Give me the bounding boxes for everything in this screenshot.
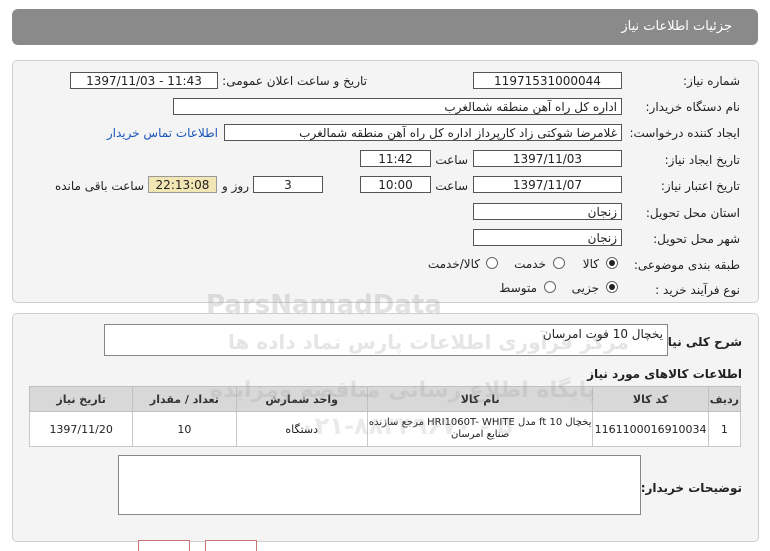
notes-field xyxy=(118,455,641,515)
items-table-header: ردیف کد کالا نام کالا واحد شمارش تعداد /… xyxy=(28,386,742,412)
col-name: نام کالا xyxy=(366,386,594,412)
contact-buyer-link[interactable]: اطلاعات تماس خریدار xyxy=(107,126,218,140)
cell-qty: 10 xyxy=(132,411,237,447)
days-field: 3 xyxy=(253,176,323,193)
purchase-medium-label: متوسط xyxy=(499,281,537,295)
cell-row: 1 xyxy=(707,411,742,447)
summary-label: شرح کلی نیاز: xyxy=(656,335,742,349)
purchase-type-label: نوع فرآیند خرید : xyxy=(655,283,740,297)
notes-label: توضیحات خریدار: xyxy=(640,481,742,495)
summary-field: یخچال 10 فوت امرسان xyxy=(104,324,668,356)
items-table: ردیف کد کالا نام کالا واحد شمارش تعداد /… xyxy=(28,386,742,447)
table-row: 1 1161100016910034 یخچال 10 ft مدل HRI10… xyxy=(28,411,742,447)
requester-label: ایجاد کننده درخواست: xyxy=(629,126,740,140)
col-date: تاریخ نیاز xyxy=(28,386,134,412)
purchase-medium-radio[interactable] xyxy=(544,281,556,293)
need-number-field: 11971531000044 xyxy=(473,72,622,89)
cell-date: 1397/11/20 xyxy=(28,411,134,447)
category-label: طبقه بندی موضوعی: xyxy=(633,258,740,272)
bottom-button-1[interactable] xyxy=(138,540,190,551)
col-unit: واحد شمارش xyxy=(235,386,368,412)
need-number-label: شماره نیاز: xyxy=(683,74,740,88)
category-service-label: خدمت xyxy=(514,257,546,271)
page-header: جزئیات اطلاعات نیاز xyxy=(12,9,758,45)
validity-date-label: تاریخ اعتبار نیاز: xyxy=(660,179,740,193)
category-goods-radio[interactable] xyxy=(606,257,618,269)
requester-field: غلامرضا شوکتی زاد کارپرداز اداره کل راه … xyxy=(224,124,622,141)
col-row: ردیف xyxy=(707,386,742,412)
cell-unit: دستگاه xyxy=(235,411,368,447)
page-title: جزئیات اطلاعات نیاز xyxy=(621,19,732,34)
remaining-time-field: 22:13:08 xyxy=(148,176,217,193)
validity-time-field: 10:00 xyxy=(360,176,431,193)
category-goods-service-radio[interactable] xyxy=(486,257,498,269)
buyer-label: نام دستگاه خریدار: xyxy=(645,100,741,114)
col-qty: تعداد / مقدار xyxy=(132,386,237,412)
items-section-title: اطلاعات کالاهای مورد نیاز xyxy=(587,367,742,381)
remaining-label: ساعت باقی مانده xyxy=(54,179,144,193)
announce-label: تاریخ و ساعت اعلان عمومی: xyxy=(222,74,367,88)
cell-code: 1161100016910034 xyxy=(592,411,709,447)
city-field: زنجان xyxy=(473,229,622,246)
created-date-field: 1397/11/03 xyxy=(473,150,622,167)
province-field: زنجان xyxy=(473,203,622,220)
buyer-field: اداره کل راه آهن منطقه شمالغرب xyxy=(173,98,622,115)
purchase-minor-label: جزیی xyxy=(571,281,599,295)
purchase-minor-radio[interactable] xyxy=(606,281,618,293)
cell-name: یخچال 10 ft مدل HRI1060T- WHITE مرجع ساز… xyxy=(366,411,594,447)
bottom-button-2[interactable] xyxy=(205,540,257,551)
validity-time-label: ساعت xyxy=(435,179,468,193)
category-goods-service-label: کالا/خدمت xyxy=(427,257,480,271)
created-time-field: 11:42 xyxy=(360,150,431,167)
city-label: شهر محل تحویل: xyxy=(653,232,740,246)
category-goods-label: کالا xyxy=(582,257,599,271)
created-date-label: تاریخ ایجاد نیاز: xyxy=(664,153,740,167)
col-code: کد کالا xyxy=(592,386,709,412)
announce-field: 1397/11/03 - 11:43 xyxy=(70,72,218,89)
validity-date-field: 1397/11/07 xyxy=(473,176,622,193)
province-label: استان محل تحویل: xyxy=(645,206,740,220)
category-service-radio[interactable] xyxy=(553,257,565,269)
days-label: روز و xyxy=(222,179,249,193)
created-time-label: ساعت xyxy=(435,153,468,167)
